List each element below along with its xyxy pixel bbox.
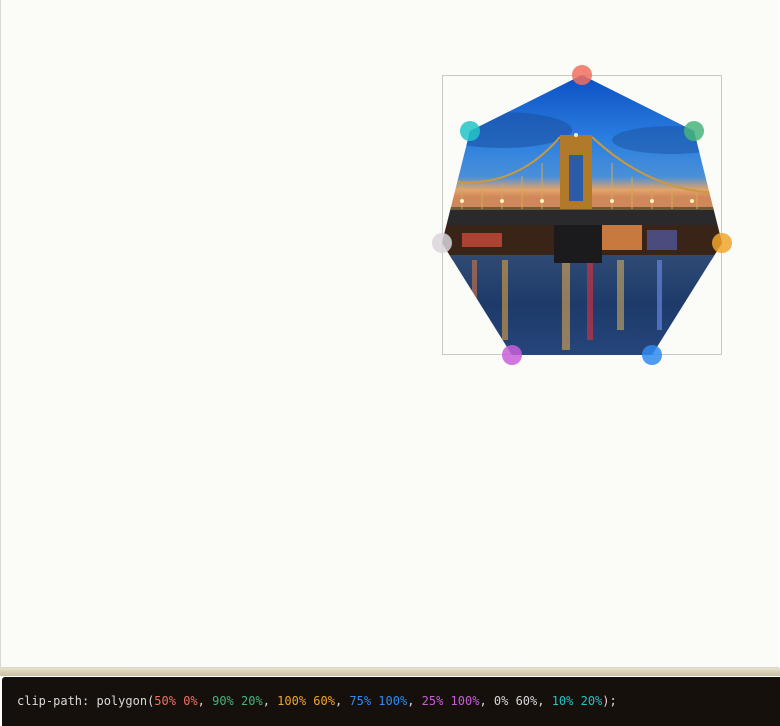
polygon-handle-4[interactable] bbox=[642, 345, 662, 365]
polygon-handle-6[interactable] bbox=[432, 233, 452, 253]
css-comma: , bbox=[479, 694, 494, 708]
css-output: clip-path: polygon(50% 0%, 90% 20%, 100%… bbox=[2, 677, 780, 726]
css-point-1: 50% 0% bbox=[154, 694, 198, 708]
css-point-2: 90% 20% bbox=[212, 694, 263, 708]
css-colon: : bbox=[82, 694, 97, 708]
css-comma: , bbox=[407, 694, 422, 708]
polygon-handle-1[interactable] bbox=[572, 65, 592, 85]
css-comma: , bbox=[197, 694, 213, 708]
css-coordinates: 50% 0%, 90% 20%, 100% 60%, 75% 100%, 25%… bbox=[154, 694, 602, 708]
css-point-6: 0% 60% bbox=[493, 694, 538, 708]
polygon-handle-7[interactable] bbox=[460, 121, 480, 141]
css-comma: , bbox=[262, 694, 278, 708]
css-point-4: 75% 100% bbox=[349, 694, 408, 708]
css-comma: , bbox=[334, 694, 350, 708]
css-property: clip-path bbox=[17, 694, 83, 708]
css-point-5: 25% 100% bbox=[421, 694, 480, 708]
css-point-7: 10% 20% bbox=[551, 694, 603, 708]
panel-divider bbox=[0, 668, 780, 676]
css-point-3: 100% 60% bbox=[277, 694, 335, 708]
polygon-handle-5[interactable] bbox=[502, 345, 522, 365]
polygon-handle-2[interactable] bbox=[684, 121, 704, 141]
css-function: polygon bbox=[96, 694, 148, 708]
css-comma: , bbox=[537, 694, 552, 708]
preview-stage bbox=[0, 0, 779, 668]
css-close-paren: ); bbox=[602, 694, 617, 708]
polygon-handle-3[interactable] bbox=[712, 233, 732, 253]
